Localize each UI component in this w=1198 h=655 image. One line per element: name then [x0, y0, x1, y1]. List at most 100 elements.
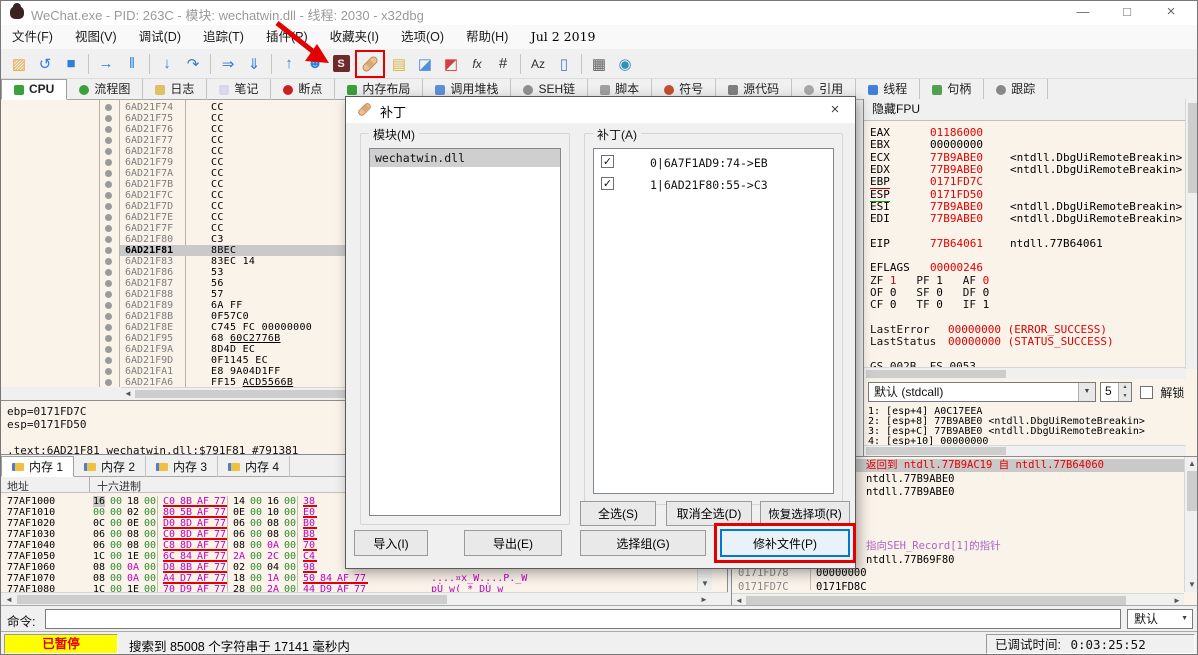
breakpoint-dot-icon[interactable]: [105, 214, 112, 221]
unlock-checkbox[interactable]: 解锁: [1140, 384, 1184, 401]
step-over-icon[interactable]: ↷: [181, 51, 205, 77]
register-row[interactable]: CF 0 TF 0 IF 1: [870, 299, 1190, 311]
breakpoint-dot-icon[interactable]: [105, 324, 112, 331]
register-row[interactable]: EBP 0171FD7C: [864, 176, 1184, 190]
calculator-icon[interactable]: ▦: [587, 51, 611, 77]
flag-value[interactable]: 1: [936, 274, 943, 287]
registers-pane[interactable]: 隐藏FPU EAX 01186000 EBX 00000000 ECX 77B9ABE0 <…: [863, 99, 1197, 456]
register-value[interactable]: 77B64061: [930, 237, 983, 250]
step-out-icon[interactable]: ⇓: [242, 51, 266, 77]
tab-笔记[interactable]: 笔记: [207, 79, 272, 100]
memory-hscrollbar[interactable]: ◄ ►: [1, 592, 728, 605]
calling-convention-select[interactable]: 默认 (stdcall) ▼: [868, 382, 1096, 402]
breakpoint-dot-icon[interactable]: [105, 269, 112, 276]
menu-item-T[interactable]: 追踪(T): [192, 25, 255, 49]
breakpoint-dot-icon[interactable]: [105, 192, 112, 199]
breakpoint-dot-icon[interactable]: [105, 368, 112, 375]
patch-checkbox[interactable]: ✓: [601, 155, 614, 168]
register-row[interactable]: LastStatus 00000000 (STATUS_SUCCESS): [864, 336, 1184, 348]
tab-句柄[interactable]: 句柄: [920, 79, 985, 100]
breakpoint-dot-icon[interactable]: [105, 313, 112, 320]
register-row[interactable]: EDX 77B9ABE0 <ntdll.DbgUiRemoteBreakin>: [864, 163, 1184, 176]
args-depth-stepper[interactable]: 5 ▲ ▼: [1100, 382, 1132, 402]
breakpoint-dot-icon[interactable]: [105, 148, 112, 155]
select-all-button[interactable]: 全选(S): [580, 501, 656, 526]
scroll-thumb[interactable]: [746, 596, 1126, 605]
stop-icon[interactable]: ■: [59, 51, 83, 77]
scroll-thumb[interactable]: [1188, 103, 1197, 193]
register-row[interactable]: OF 0 SF 0 DF 0: [870, 286, 1190, 299]
flag-value[interactable]: 0: [936, 298, 943, 311]
command-input[interactable]: [45, 609, 1121, 629]
breakpoint-dot-icon[interactable]: [105, 203, 112, 210]
register-row[interactable]: ESP 0171FD50: [864, 188, 1184, 202]
register-value[interactable]: 00000246: [930, 262, 983, 274]
chevron-down-icon[interactable]: ▼: [1078, 383, 1095, 401]
minimize-button[interactable]: —: [1061, 1, 1105, 25]
breakpoint-dot-icon[interactable]: [105, 104, 112, 111]
breakpoint-dot-icon[interactable]: [105, 346, 112, 353]
flag-value[interactable]: 0: [890, 298, 897, 311]
open-folder-icon[interactable]: ▨: [7, 51, 31, 77]
tab-日志[interactable]: 日志: [143, 79, 208, 100]
scroll-down-arrow[interactable]: ▼: [1186, 579, 1197, 591]
register-value[interactable]: 77B9ABE0: [930, 213, 983, 225]
tab-跟踪[interactable]: 跟踪: [984, 79, 1049, 100]
breakpoint-dot-icon[interactable]: [105, 379, 112, 386]
register-value[interactable]: 77B9ABE0: [930, 151, 983, 164]
breakpoint-dot-icon[interactable]: [105, 236, 112, 243]
register-value[interactable]: 77B9ABE0: [930, 163, 983, 176]
stack-row[interactable]: 0171FD7C 0171FD8C: [732, 581, 1184, 594]
register-row[interactable]: [864, 225, 1184, 237]
functions-icon[interactable]: fx: [465, 51, 489, 77]
register-row[interactable]: EFLAGS 00000246: [864, 262, 1184, 274]
register-row[interactable]: LastError 00000000 (ERROR_SUCCESS): [864, 323, 1184, 336]
scroll-left-arrow[interactable]: ◄: [122, 388, 134, 400]
memory-tab-内存 3[interactable]: 内存 3: [146, 456, 219, 477]
run-to-return-icon[interactable]: ⇒: [216, 51, 240, 77]
deselect-all-button[interactable]: 取消全选(D): [666, 501, 752, 526]
hash-icon[interactable]: #: [491, 51, 515, 77]
breakpoint-dot-icon[interactable]: [105, 258, 112, 265]
patch-checkbox[interactable]: ✓: [601, 177, 614, 190]
modules-icon[interactable]: ▯: [552, 51, 576, 77]
register-value[interactable]: 01186000: [930, 127, 983, 139]
command-profile-select[interactable]: 默认 ▼: [1127, 609, 1193, 629]
menu-item-D[interactable]: 调试(D): [128, 25, 192, 49]
scroll-thumb[interactable]: [17, 595, 447, 604]
flag-value[interactable]: 0: [890, 286, 897, 299]
breakpoint-dot-icon[interactable]: [105, 181, 112, 188]
select-group-button[interactable]: 选择组(G): [580, 530, 706, 556]
restore-selection-button[interactable]: 恢复选择项(R): [760, 501, 850, 526]
breakpoint-dot-icon[interactable]: [105, 335, 112, 342]
args-hscrollbar[interactable]: [864, 445, 1186, 456]
menu-item-I[interactable]: 收藏夹(I): [319, 25, 390, 49]
restart-icon[interactable]: ↺: [33, 51, 57, 77]
patch-file-button[interactable]: 修补文件(P): [720, 529, 850, 557]
bookmarks-icon[interactable]: ◩: [439, 51, 463, 77]
registers-vscrollbar[interactable]: [1185, 99, 1197, 369]
breakpoint-dot-icon[interactable]: [105, 357, 112, 364]
flag-value[interactable]: 0: [936, 286, 943, 299]
breakpoint-dot-icon[interactable]: [105, 280, 112, 287]
modules-listbox[interactable]: wechatwin.dll: [369, 148, 561, 516]
scroll-right-arrow[interactable]: ►: [1171, 595, 1183, 605]
stack-hscrollbar[interactable]: ◄ ►: [732, 593, 1184, 605]
checkbox-icon[interactable]: [1140, 386, 1153, 399]
memory-row[interactable]: 77AF1070 08 00 0A 00 A4 D7 AF 77 18 00 1A 00 50 84 AF 77…: [1, 573, 713, 584]
scroll-up-arrow[interactable]: ▲: [1186, 458, 1197, 470]
maximize-button[interactable]: □: [1105, 1, 1149, 25]
breakpoint-dot-icon[interactable]: [105, 170, 112, 177]
breakpoint-dot-icon[interactable]: [105, 302, 112, 309]
registers-hscrollbar[interactable]: [864, 367, 1186, 379]
globe-icon[interactable]: ◉: [613, 51, 637, 77]
scroll-thumb[interactable]: [866, 370, 1006, 378]
breakpoint-dot-icon[interactable]: [105, 225, 112, 232]
register-row[interactable]: EIP 77B64061 ntdll.77B64061: [864, 237, 1184, 250]
menu-item-O[interactable]: 选项(O): [390, 25, 455, 49]
tab-CPU[interactable]: CPU: [1, 79, 68, 100]
export-button[interactable]: 导出(E): [464, 530, 562, 556]
menu-item-F[interactable]: 文件(F): [1, 25, 64, 49]
tab-线程[interactable]: 线程: [856, 79, 921, 100]
register-value[interactable]: 0171FD7C: [930, 176, 983, 188]
